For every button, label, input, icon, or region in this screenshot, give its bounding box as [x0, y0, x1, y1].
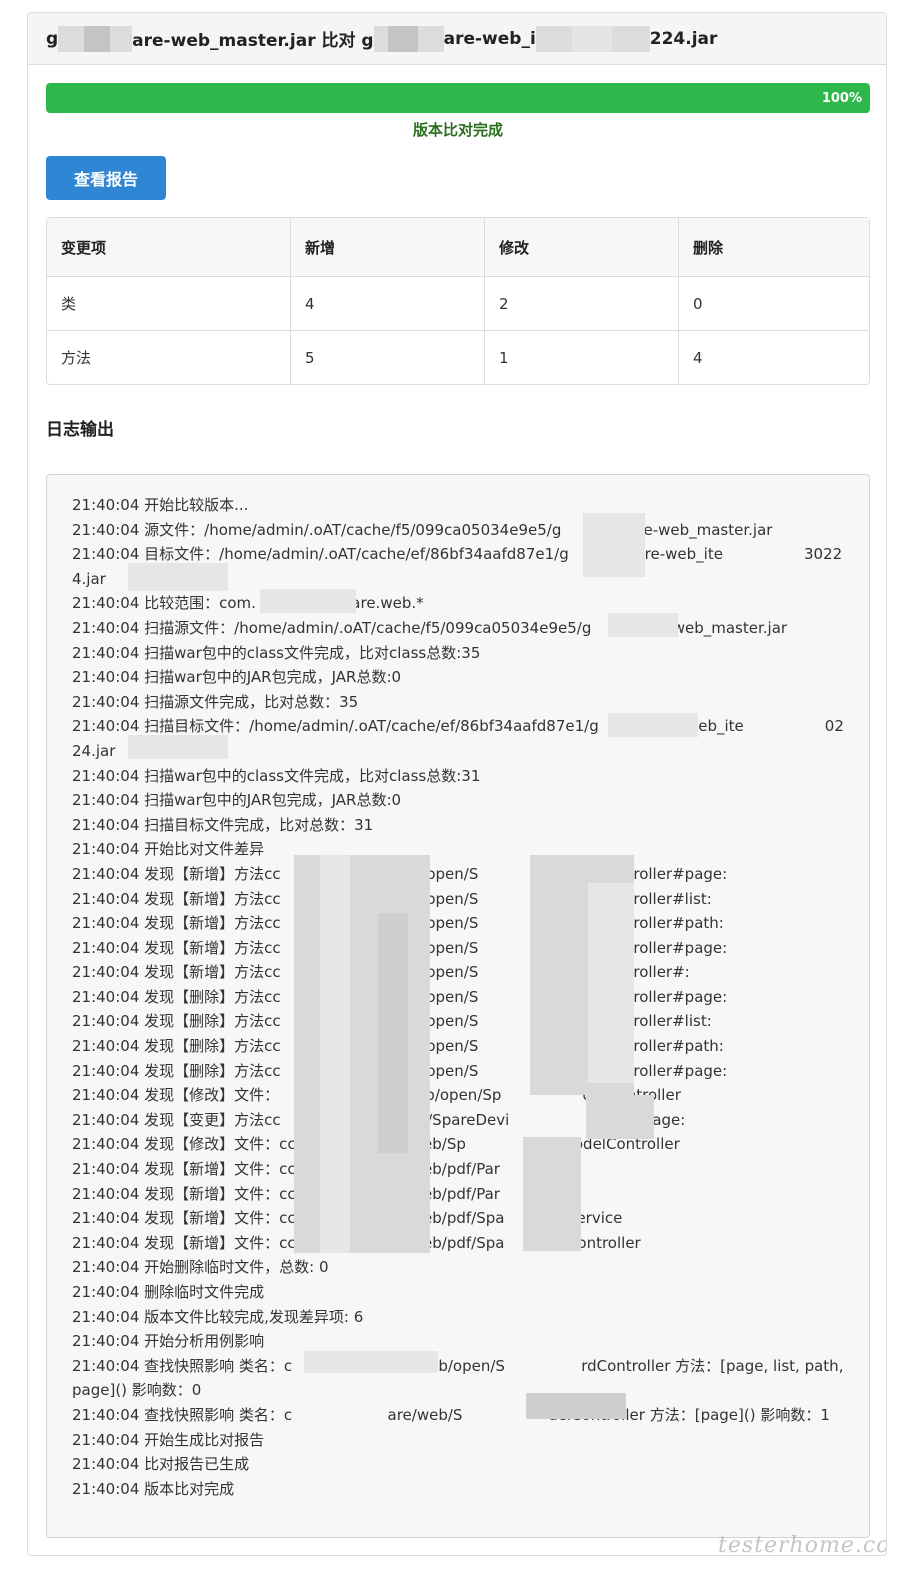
table-cell: 类	[47, 277, 291, 331]
table-cell: 0	[679, 277, 869, 331]
panel-title: g are-web_master.jar 比对 g are-web_i 224.…	[28, 13, 886, 65]
redaction-mask	[588, 883, 634, 1083]
log-line: 21:40:04 扫描war包中的JAR包完成，JAR总数:0	[72, 791, 402, 810]
table-cell: 4	[693, 348, 703, 367]
log-line: 21:40:04 发现【修改】文件：cc are/web/Sp eModelCo…	[72, 1135, 680, 1154]
log-line: 21:40:04 扫描源文件：/home/admin/.oAT/cache/f5…	[72, 618, 788, 637]
table-cell: 1	[485, 331, 679, 384]
column-header: 变更项	[47, 218, 291, 277]
version-compare-panel: g are-web_master.jar 比对 g are-web_i 224.…	[27, 12, 887, 1556]
redaction-mask	[608, 713, 698, 737]
log-line: 21:40:04 开始删除临时文件，总数: 0	[72, 1258, 329, 1277]
column-header: 删除	[679, 218, 869, 277]
redaction-mask	[387, 25, 418, 52]
redaction-mask	[304, 1351, 438, 1373]
view-report-button[interactable]: 查看报告	[46, 156, 166, 200]
redaction-mask	[535, 25, 572, 52]
log-line: 21:40:04 发现【删除】方法cc e/web/open/S ordCont…	[72, 1012, 712, 1031]
log-line: 21:40:04 发现【新增】方法cc e/web/open/S ordCont…	[72, 963, 690, 982]
log-line: 21:40:04 发现【删除】方法cc e/web/open/S ordCont…	[72, 1061, 728, 1080]
redaction-mask	[583, 513, 645, 577]
log-line: 21:40:04 扫描源文件完成，比对总数：35	[72, 692, 359, 711]
redaction-mask	[58, 25, 85, 52]
progress-bar: 100%	[46, 83, 870, 113]
column-header: 修改	[485, 218, 679, 277]
log-line: 21:40:04 删除临时文件完成	[72, 1283, 265, 1301]
log-line: 21:40:04 发现【新增】文件：cc are/web/pdf/Spa dfS…	[72, 1209, 623, 1228]
log-line: 21:40:04 查找快照影响 类名：c are/web/open/S rdCo…	[72, 1356, 849, 1400]
title-part1: g	[46, 28, 59, 49]
log-line: 21:40:04 发现【新增】文件：cc are/web/pdf/Par fo	[72, 1184, 562, 1203]
table-cell: 4	[291, 277, 485, 331]
redaction-mask	[128, 563, 228, 591]
column-header: 新增	[291, 218, 485, 277]
log-line: 21:40:04 发现【新增】方法cc e/web/open/S ordCont…	[72, 938, 728, 957]
progress-fill: 100%	[46, 83, 870, 113]
redaction-mask	[294, 855, 430, 1253]
table-row: 方法 5 1 4	[47, 331, 869, 384]
redaction-mask	[608, 613, 678, 637]
log-section-title: 日志输出	[46, 420, 114, 440]
log-line: 21:40:04 开始比较版本...	[72, 496, 249, 514]
log-line: 21:40:04 发现【新增】方法cc e/web/open/S ordCont…	[72, 889, 712, 908]
log-line: 21:40:04 比对报告已生成	[72, 1455, 250, 1474]
title-part3: are-web_i	[443, 28, 536, 49]
table-cell: 方法	[47, 331, 291, 384]
watermark-text: testerhome.com	[718, 1533, 886, 1556]
log-line: 21:40:04 版本文件比较完成,发现差异项: 6	[72, 1307, 364, 1326]
title-part4: 224.jar	[649, 28, 718, 49]
progress-label: 100%	[821, 90, 862, 106]
redaction-mask	[110, 25, 133, 52]
diff-summary-table: 变更项 新增 修改 删除 类 4 2 0 方法 5 1 4	[46, 217, 870, 385]
table-cell: 5	[291, 331, 485, 384]
log-line: 21:40:04 扫描war包中的class文件完成，比对class总数:31	[72, 766, 481, 785]
redaction-mask	[373, 25, 388, 52]
log-line: 21:40:04 扫描war包中的class文件完成，比对class总数:35	[72, 643, 481, 662]
redaction-mask	[128, 735, 228, 759]
log-line: 21:40:04 扫描目标文件完成，比对总数：31	[72, 815, 374, 834]
redaction-mask	[84, 25, 111, 52]
redaction-mask	[417, 25, 444, 52]
table-header-row: 变更项 新增 修改 删除	[47, 218, 869, 277]
table-row: 类 4 2 0	[47, 277, 869, 331]
log-output[interactable]: 21:40:04 开始比较版本... 21:40:04 源文件：/home/adm…	[46, 474, 870, 1538]
log-line: 21:40:04 开始分析用例影响	[72, 1332, 265, 1351]
redaction-mask	[378, 913, 408, 1153]
log-line: 21:40:04 发现【新增】方法cc e/web/open/S ordCont…	[72, 864, 728, 883]
progress-status-text: 版本比对完成	[412, 121, 503, 139]
redaction-mask	[586, 1095, 654, 1139]
redaction-mask	[523, 1137, 581, 1251]
log-line: 21:40:04 发现【新增】文件：cc are/web/pdf/Spa dfC…	[72, 1233, 641, 1252]
log-line: 21:40:04 发现【删除】方法cc e/web/open/S ordCont…	[72, 987, 728, 1006]
log-line: 21:40:04 发现【新增】方法cc e/web/open/S ordCont…	[72, 914, 724, 933]
log-line: 21:40:04 源文件：/home/admin/.oAT/cache/f5/0…	[72, 520, 773, 539]
log-line: 21:40:04 发现【修改】文件： are/web/open/Sp ordCo…	[72, 1086, 681, 1105]
redaction-mask	[260, 589, 356, 613]
redaction-mask	[611, 25, 650, 52]
log-line: 21:40:04 发现【新增】文件：cc are/web/pdf/Par ow	[72, 1160, 569, 1179]
log-line: 21:40:04 扫描war包中的JAR包完成，JAR总数:0	[72, 668, 402, 687]
log-line: 21:40:04 发现【变更】方法cc re/web/SpareDevi tro…	[72, 1110, 685, 1129]
log-line: 21:40:04 查找快照影响 类名：c are/web/S delContro…	[72, 1405, 830, 1424]
log-line: 21:40:04 开始生成比对报告	[72, 1430, 265, 1449]
table-cell: 2	[485, 277, 679, 331]
title-part2: are-web_master.jar 比对 g	[132, 31, 374, 51]
log-line: 21:40:04 开始比对文件差异	[72, 840, 265, 859]
log-line: 21:40:04 发现【删除】方法cc e/web/open/S ordCont…	[72, 1037, 724, 1056]
redaction-mask	[526, 1393, 626, 1419]
log-line: 21:40:04 比较范围：com. are.web.*	[72, 594, 424, 613]
redaction-mask	[571, 25, 612, 52]
redaction-mask	[320, 855, 350, 1253]
log-line: 21:40:04 版本比对完成	[72, 1479, 235, 1498]
